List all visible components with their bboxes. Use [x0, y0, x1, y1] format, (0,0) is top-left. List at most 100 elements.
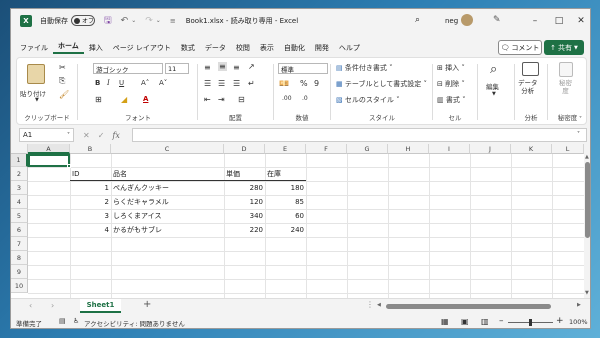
bold-button[interactable]: B [95, 79, 100, 87]
orientation-icon[interactable]: ↗ [248, 62, 255, 71]
tab-data[interactable]: データ [200, 43, 231, 53]
page-layout-view-icon[interactable]: ▣ [461, 317, 469, 326]
format-painter-icon[interactable]: 🖌 [59, 90, 69, 99]
normal-view-icon[interactable]: ▦ [441, 317, 449, 326]
user-name[interactable]: neg [445, 17, 458, 25]
analyze-data-icon[interactable] [522, 62, 539, 76]
merge-center-icon[interactable]: ⊟ [238, 95, 245, 104]
collapse-ribbon-icon[interactable]: ˅ [579, 116, 582, 123]
row-header-3[interactable]: 3 [11, 181, 28, 195]
tab-insert[interactable]: 挿入 [84, 43, 108, 53]
expand-formula-bar-icon[interactable]: ˅ [577, 131, 580, 138]
format-cells-button[interactable]: ▥ 書式 ˅ [437, 95, 466, 105]
vertical-scrollbar[interactable]: ▲ ▼ [584, 154, 590, 296]
scroll-down-icon[interactable]: ▼ [585, 290, 589, 296]
row-header-6[interactable]: 6 [11, 223, 28, 237]
editing-button[interactable]: 編集 [486, 81, 499, 91]
comment-button[interactable]: 🗨 コメント [498, 40, 542, 55]
search-icon[interactable]: ⌕ [415, 15, 420, 25]
decrease-indent-icon[interactable]: ⇤ [204, 95, 211, 104]
cell-stock[interactable]: 85 [265, 196, 304, 209]
analyze-data-button[interactable]: データ 分析 [518, 79, 538, 95]
tab-review[interactable]: 校閲 [231, 43, 255, 53]
tab-view[interactable]: 表示 [255, 43, 279, 53]
sensitivity-icon[interactable] [559, 62, 573, 77]
column-header-E[interactable]: E [265, 144, 306, 154]
horizontal-scroll-thumb[interactable] [386, 304, 551, 309]
tab-help[interactable]: ヘルプ [334, 43, 365, 53]
cell-name[interactable]: しろくまアイス [113, 210, 161, 223]
row-header-10[interactable]: 10 [11, 279, 28, 293]
italic-button[interactable]: I [107, 79, 110, 87]
row-header-1[interactable]: 1 [11, 154, 28, 167]
cell-id[interactable]: 1 [70, 182, 109, 195]
increase-decimal-icon[interactable]: .00 [282, 95, 292, 102]
format-as-table-button[interactable]: ▦ テーブルとして書式設定 ˅ [336, 79, 427, 89]
sheet-tab[interactable]: Sheet1 [80, 299, 121, 313]
cancel-entry-icon[interactable]: ✕ [83, 131, 90, 140]
column-header-J[interactable]: J [470, 144, 511, 154]
column-header-I[interactable]: I [429, 144, 470, 154]
underline-button[interactable]: U [119, 79, 124, 87]
tab-formulas[interactable]: 数式 [176, 43, 200, 53]
select-all-corner[interactable] [11, 144, 28, 154]
row-header-7[interactable]: 7 [11, 237, 28, 251]
column-header-F[interactable]: F [306, 144, 347, 154]
zoom-level[interactable]: 100% [569, 318, 588, 326]
align-bottom-icon[interactable]: ≡ [233, 63, 240, 72]
tab-page-layout[interactable]: ページ レイアウト [108, 43, 176, 53]
column-header-A[interactable]: A [28, 144, 70, 154]
confirm-entry-icon[interactable]: ✓ [98, 131, 105, 140]
sensitivity-button[interactable]: 秘密 度 [559, 79, 572, 95]
table-header-price[interactable]: 単価 [226, 168, 240, 181]
row-header-8[interactable]: 8 [11, 251, 28, 265]
cell-price[interactable]: 340 [224, 210, 263, 223]
tab-developer[interactable]: 開発 [310, 43, 334, 53]
name-box-dropdown-icon[interactable]: ˅ [67, 132, 70, 139]
avatar[interactable] [461, 14, 473, 26]
cell-id[interactable]: 3 [70, 210, 109, 223]
row-header-4[interactable]: 4 [11, 195, 28, 209]
cell-name[interactable]: かるがもサブレ [113, 224, 162, 237]
cell-id[interactable]: 4 [70, 224, 109, 237]
macro-record-icon[interactable]: ▤ [59, 317, 66, 325]
next-sheet-icon[interactable]: › [51, 301, 54, 310]
increase-indent-icon[interactable]: ⇥ [218, 95, 225, 104]
decrease-font-icon[interactable]: A˅ [159, 79, 167, 87]
wrap-text-icon[interactable]: ↵ [248, 79, 255, 88]
column-header-G[interactable]: G [347, 144, 388, 154]
column-header-L[interactable]: L [552, 144, 584, 154]
tab-automate[interactable]: 自動化 [279, 43, 310, 53]
increase-font-icon[interactable]: A˄ [141, 79, 149, 87]
column-header-C[interactable]: C [111, 144, 224, 154]
table-header-stock[interactable]: 在庫 [267, 168, 281, 181]
share-button[interactable]: ↑ 共有 ▼ [544, 40, 584, 55]
insert-function-icon[interactable]: fx [112, 131, 119, 140]
tab-file[interactable]: ファイル [15, 43, 53, 53]
number-format-select[interactable]: 標準 [278, 63, 328, 74]
cell-price[interactable]: 280 [224, 182, 263, 195]
align-right-icon[interactable]: ☰ [233, 79, 240, 88]
column-header-B[interactable]: B [70, 144, 111, 154]
cell-styles-button[interactable]: ▧ セルのスタイル ˅ [336, 95, 400, 105]
table-header-name[interactable]: 品名 [113, 168, 127, 181]
cut-icon[interactable]: ✂ [59, 63, 66, 72]
align-middle-icon[interactable]: ≡ [218, 62, 227, 71]
row-header-2[interactable]: 2 [11, 167, 28, 181]
column-header-H[interactable]: H [388, 144, 429, 154]
paste-dropdown-icon[interactable]: ▼ [35, 97, 39, 103]
borders-icon[interactable]: ⊞ [95, 95, 102, 104]
fill-color-icon[interactable]: ◢ [121, 95, 127, 104]
font-name-select[interactable]: 游ゴシック [93, 63, 163, 74]
cell-price[interactable]: 220 [224, 224, 263, 237]
comma-style-icon[interactable]: 9 [314, 79, 319, 88]
cell-price[interactable]: 120 [224, 196, 263, 209]
tab-home[interactable]: ホーム [53, 41, 84, 54]
accessibility-status[interactable]: アクセシビリティ: 問題ありません [84, 318, 185, 328]
accounting-format-icon[interactable]: 💴 [279, 79, 289, 88]
cell-id[interactable]: 2 [70, 196, 109, 209]
cell-name[interactable]: らくだキャラメル [113, 196, 169, 209]
undo-icon[interactable]: ↶ [121, 16, 129, 26]
align-top-icon[interactable]: ≡ [204, 63, 211, 72]
fill-handle[interactable] [67, 164, 71, 168]
